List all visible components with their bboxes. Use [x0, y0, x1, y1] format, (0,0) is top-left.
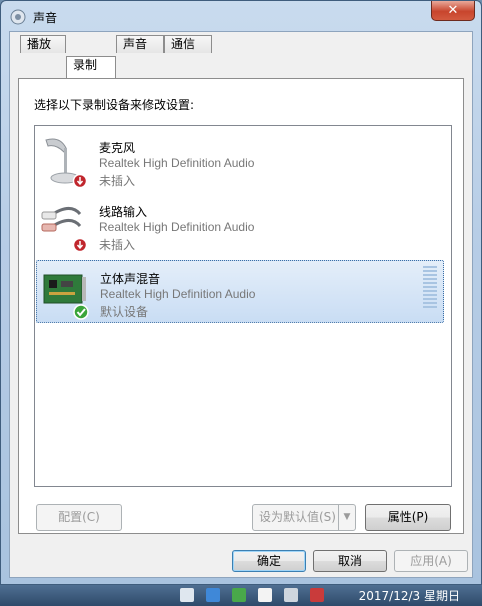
title-bar[interactable]: 声音 ✕ — [1, 1, 481, 31]
properties-button[interactable]: 属性(P) — [365, 504, 451, 531]
device-description: Realtek High Definition Audio — [99, 156, 255, 170]
line-in-cable-icon — [41, 207, 88, 253]
speaker-icon — [10, 9, 26, 25]
keyboard-icon[interactable] — [180, 588, 194, 602]
tab-recording[interactable]: 录制 — [66, 56, 116, 78]
set-default-label: 设为默认值(S) — [259, 510, 336, 524]
device-name: 线路输入 — [99, 205, 148, 219]
configure-button[interactable]: 配置(C) — [36, 504, 122, 531]
audio-level-meter — [423, 266, 437, 310]
shield-icon[interactable] — [258, 588, 272, 602]
microphone-icon — [45, 138, 88, 189]
device-item-line-in[interactable]: 线路输入 Realtek High Definition Audio 未插入 — [36, 194, 444, 257]
device-status: 未插入 — [99, 174, 136, 188]
cancel-button[interactable]: 取消 — [313, 550, 387, 572]
ok-button[interactable]: 确定 — [232, 550, 306, 572]
apply-button[interactable]: 应用(A) — [394, 550, 468, 572]
tab-playback[interactable]: 播放 — [20, 35, 66, 53]
window-title: 声音 — [33, 11, 58, 25]
app-tray-icon[interactable] — [310, 588, 324, 602]
taskbar: 2017/12/3 星期日 — [0, 585, 482, 606]
device-status: 默认设备 — [100, 305, 149, 319]
taskbar-clock[interactable]: 2017/12/3 星期日 — [359, 587, 460, 604]
device-name: 立体声混音 — [100, 272, 161, 286]
set-default-button[interactable]: 设为默认值(S) ▼ — [252, 504, 356, 531]
sound-dialog-window: 声音 ✕ 播放 录制 声音 通信 选择以下录制设备来修改设置: 麦克风 Real… — [0, 0, 482, 585]
close-button[interactable]: ✕ — [431, 1, 475, 21]
chevron-down-icon[interactable]: ▼ — [338, 505, 355, 530]
device-item-microphone[interactable]: 麦克风 Realtek High Definition Audio 未插入 — [36, 130, 444, 193]
device-status: 未插入 — [99, 238, 136, 252]
instruction-text: 选择以下录制设备来修改设置: — [34, 98, 195, 112]
network-icon[interactable] — [206, 588, 220, 602]
sound-card-icon — [43, 274, 89, 320]
tab-sounds[interactable]: 声音 — [116, 35, 164, 53]
device-description: Realtek High Definition Audio — [99, 220, 255, 234]
player-icon[interactable] — [232, 588, 246, 602]
dialog-client-area: 播放 录制 声音 通信 选择以下录制设备来修改设置: 麦克风 Realtek H… — [9, 31, 473, 578]
close-icon: ✕ — [447, 3, 459, 18]
device-description: Realtek High Definition Audio — [100, 287, 256, 301]
recording-device-list[interactable]: 麦克风 Realtek High Definition Audio 未插入 线路… — [34, 125, 452, 487]
tab-communications[interactable]: 通信 — [164, 35, 212, 53]
volume-icon[interactable] — [284, 588, 298, 602]
device-item-stereo-mix[interactable]: 立体声混音 Realtek High Definition Audio 默认设备 — [36, 260, 444, 323]
device-name: 麦克风 — [99, 141, 136, 155]
default-check-icon — [73, 304, 89, 320]
